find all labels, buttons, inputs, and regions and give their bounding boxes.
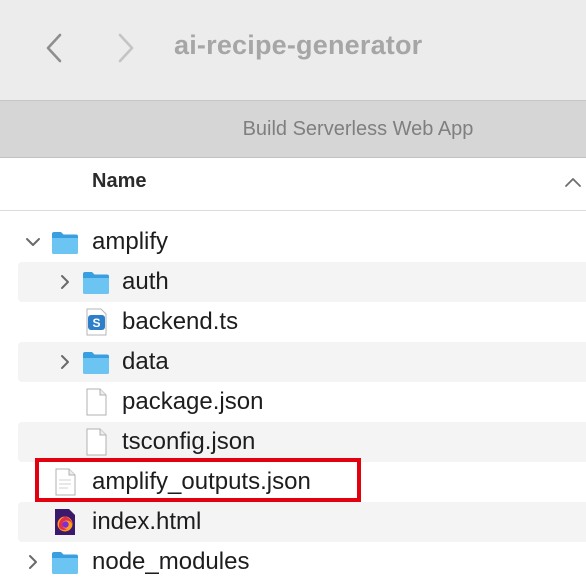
- list-item-backend-ts[interactable]: S backend.ts: [0, 302, 586, 342]
- file-list: amplify auth S backend.ts data package.j…: [0, 222, 586, 582]
- chevron-left-icon: [46, 33, 62, 63]
- document-icon: [86, 428, 107, 456]
- list-item-index-html[interactable]: index.html: [18, 502, 586, 542]
- document-icon: [86, 388, 107, 416]
- folder-icon: [52, 232, 78, 254]
- list-item-label: package.json: [122, 388, 264, 415]
- list-item-tsconfig-json[interactable]: tsconfig.json: [18, 422, 586, 462]
- list-item-label: backend.ts: [122, 308, 239, 335]
- window-title: ai-recipe-generator: [174, 30, 423, 60]
- list-item-label: index.html: [92, 508, 202, 535]
- list-item-label: node_modules: [92, 548, 250, 575]
- chevron-right-icon: [118, 33, 134, 63]
- list-item-label: data: [122, 348, 169, 375]
- column-header: Name: [0, 158, 586, 211]
- list-item-label: tsconfig.json: [122, 428, 256, 455]
- firefox-html-file-icon: [55, 509, 75, 535]
- list-item-label: amplify: [92, 228, 169, 255]
- toolbar: ai-recipe-generator: [0, 0, 586, 100]
- highlight-box: [35, 458, 361, 502]
- tab-bar: Build Serverless Web App: [0, 100, 586, 158]
- list-item-auth[interactable]: auth: [18, 262, 586, 302]
- chevron-down-icon[interactable]: [24, 233, 42, 251]
- back-button[interactable]: [36, 28, 72, 68]
- svg-text:S: S: [92, 316, 100, 330]
- chevron-right-icon[interactable]: [24, 553, 42, 571]
- list-item-package-json[interactable]: package.json: [0, 382, 586, 422]
- list-item-label: auth: [122, 268, 169, 295]
- folder-icon: [83, 272, 109, 294]
- chevron-right-icon[interactable]: [56, 273, 74, 291]
- list-item-node-modules[interactable]: node_modules: [0, 542, 586, 582]
- folder-icon: [83, 352, 109, 374]
- folder-icon: [52, 552, 78, 574]
- typescript-file-icon: S: [86, 308, 107, 336]
- list-item-data[interactable]: data: [18, 342, 586, 382]
- tab-build-serverless-web-app[interactable]: Build Serverless Web App: [0, 118, 586, 141]
- list-item-amplify[interactable]: amplify: [0, 222, 586, 262]
- chevron-up-icon[interactable]: [563, 174, 583, 190]
- chevron-right-icon[interactable]: [56, 353, 74, 371]
- name-column-header[interactable]: Name: [92, 170, 146, 193]
- forward-button[interactable]: [108, 28, 144, 68]
